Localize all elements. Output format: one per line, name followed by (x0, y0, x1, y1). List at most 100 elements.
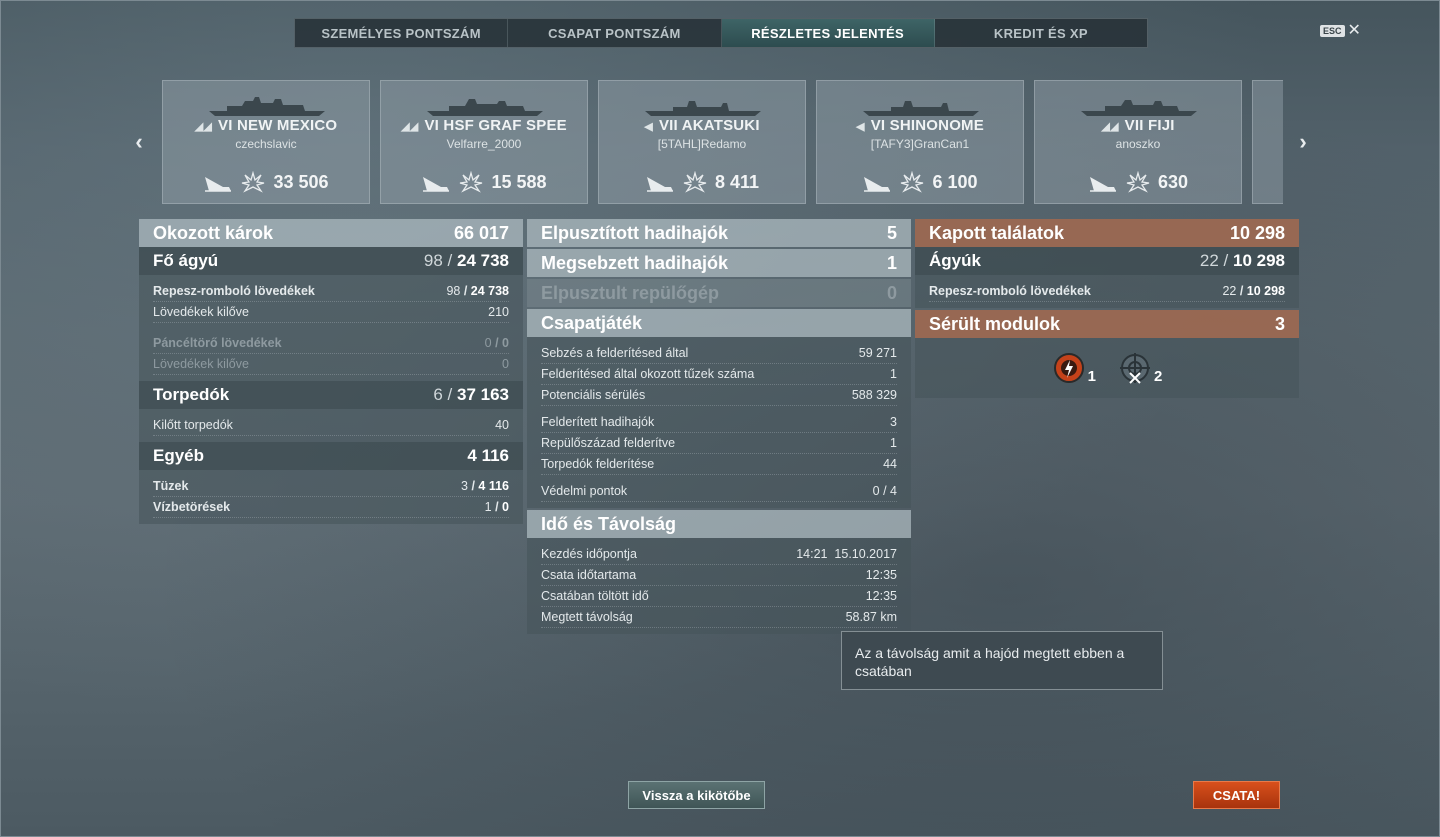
ap-fired-row: Lövedékek kilőve 0 (153, 354, 509, 375)
floods-row: Vízbetörések 1 / 0 (153, 497, 509, 518)
main-guns-row: Fő ágyú 98 / 24 738 (139, 247, 523, 275)
damage-value: 33 506 (273, 171, 329, 192)
teamplay-details: Sebzés a felderítésed által 59 271 Felder… (527, 337, 911, 508)
damage-dealt-panel: Okozott károk 66 017 Fő ágyú 98 / 24 738 … (139, 219, 523, 524)
esc-key-label: ESC (1320, 25, 1345, 37)
distance-traveled-row[interactable]: Megtett távolság 58.87 km (541, 607, 897, 628)
sinking-ship-icon (423, 177, 450, 192)
time-in-battle-row: Csatában töltött idő 12:35 (541, 586, 897, 607)
cruiser-silhouette-icon (1081, 100, 1197, 116)
he-fired-row: Lövedékek kilőve 210 (153, 302, 509, 323)
ap-shells-row: Páncéltörő lövedékek 0 / 0 (153, 333, 509, 354)
ship-card[interactable]: ◢◢ VI HSF GRAF SPEE Velfarre_2000 15 588 (380, 80, 588, 204)
damaged-modules-header: Sérült modulok 3 (915, 310, 1299, 338)
ship-card[interactable]: ◀ VI SHINONOME [TAFY3]GranCan1 6 100 (816, 80, 1024, 204)
player-name: anoszko (1115, 137, 1161, 151)
cruiser-class-icon: ◢◢ (1101, 121, 1119, 133)
carousel-next-button[interactable]: › (1295, 128, 1311, 156)
damage-value: 6 100 (932, 171, 978, 192)
sinking-ship-icon (864, 177, 891, 192)
player-name: Velfarre_2000 (446, 137, 522, 151)
defense-points-row: Védelmi pontok 0 / 4 (541, 481, 897, 502)
main-guns-details: Repesz-romboló lövedékek 98 / 24 738 Löv… (139, 275, 523, 381)
battle-button[interactable]: CSATA! (1193, 781, 1280, 809)
distance-tooltip: Az a távolság amit a hajód megtett ebben… (841, 631, 1163, 690)
close-button[interactable]: ESC ✕ (1320, 22, 1361, 39)
teamplay-header: Csapatjáték (527, 309, 911, 337)
cruiser-silhouette-icon (427, 99, 543, 116)
card-stats: 8 411 (599, 171, 805, 193)
battle-stats-panel: Elpusztított hadihajók 5 Megsebzett hadih… (527, 219, 911, 634)
module-engine[interactable]: 1 (1052, 351, 1096, 385)
other-row: Egyéb 4 116 (139, 442, 523, 470)
card-stats: 15 588 (381, 171, 587, 193)
time-distance-header: Idő és Távolság (527, 510, 911, 538)
card-stats: 630 (1035, 171, 1241, 193)
damage-explosion-icon (1126, 171, 1150, 193)
tab-detailed-report[interactable]: RÉSZLETES JELENTÉS (721, 19, 935, 47)
sinking-ship-icon (646, 177, 673, 192)
engine-damaged-icon (1053, 353, 1084, 383)
destroyer-silhouette-icon (645, 101, 761, 116)
damage-value: 8 411 (714, 171, 760, 192)
ship-carousel: ◢◢ VI NEW MEXICO czechslavic 33 506 ◢◢ VI … (162, 80, 1283, 204)
squadrons-spotted-row: Repülőszázad felderítve 1 (541, 433, 897, 454)
received-guns-details: Repesz-romboló lövedékek 22 / 10 298 (915, 275, 1299, 308)
torpedoes-spotted-row: Torpedók felderítése 44 (541, 454, 897, 475)
ship-card[interactable]: ◀ VII AKATSUKI [5TAHL]Redamo 8 411 (598, 80, 806, 204)
ships-spotted-row: Felderített hadihajók 3 (541, 412, 897, 433)
card-stats: 6 100 (817, 171, 1023, 193)
planes-destroyed-header: Elpusztult repülőgép 0 (527, 279, 911, 307)
sinking-ship-icon (205, 177, 232, 192)
ship-name: ◢◢ VI NEW MEXICO (194, 117, 338, 134)
spotting-damage-row: Sebzés a felderítésed által 59 271 (541, 343, 897, 364)
player-name: [TAFY3]GranCan1 (870, 137, 970, 151)
ship-name: ◀ VII AKATSUKI (644, 117, 760, 134)
hits-received-header: Kapott találatok 10 298 (915, 219, 1299, 247)
received-guns-row: Ágyúk 22 / 10 298 (915, 247, 1299, 275)
ship-name: ◀ VI SHINONOME (856, 117, 984, 134)
chevron-left-icon: ‹ (135, 129, 143, 154)
torpedoes-row: Torpedók 6 / 37 163 (139, 381, 523, 409)
ship-card-partial[interactable] (1252, 80, 1283, 204)
battleship-class-icon: ◢◢ (194, 121, 213, 133)
destroyer-silhouette-icon (863, 101, 979, 116)
damage-explosion-icon (460, 171, 483, 193)
time-distance-details: Kezdés időpontja 14:21 15.10.2017 Csata i… (527, 538, 911, 634)
ships-destroyed-header: Elpusztított hadihajók 5 (527, 219, 911, 247)
chevron-right-icon: › (1299, 129, 1307, 154)
player-name: czechslavic (235, 137, 297, 151)
battleship-silhouette-icon (209, 97, 325, 116)
ship-name: ◢◢ VII FIJI (1101, 117, 1175, 134)
ship-name: ◢◢ VI HSF GRAF SPEE (401, 117, 567, 134)
tab-personal-score[interactable]: SZEMÉLYES PONTSZÁM (295, 19, 509, 47)
battleship-class-icon: ◢◢ (401, 121, 419, 133)
ships-damaged-header: Megsebzett hadihajók 1 (527, 249, 911, 277)
received-he-row: Repesz-romboló lövedékek 22 / 10 298 (929, 281, 1285, 302)
sinking-ship-icon (1089, 177, 1116, 192)
start-time-row: Kezdés időpontja 14:21 15.10.2017 (541, 544, 897, 565)
module-steering[interactable]: 2 (1118, 351, 1162, 385)
ship-card[interactable]: ◢◢ VII FIJI anoszko 630 (1034, 80, 1242, 204)
damage-value: 630 (1157, 171, 1189, 192)
report-tabs: SZEMÉLYES PONTSZÁM CSAPAT PONTSZÁM RÉSZL… (294, 18, 1148, 48)
potential-damage-row: Potenciális sérülés 588 329 (541, 385, 897, 406)
he-shells-row: Repesz-romboló lövedékek 98 / 24 738 (153, 281, 509, 302)
torps-fired-row: Kilőtt torpedók 40 (153, 415, 509, 436)
damage-explosion-icon (683, 171, 707, 193)
damage-dealt-header: Okozott károk 66 017 (139, 219, 523, 247)
tab-team-score[interactable]: CSAPAT PONTSZÁM (508, 19, 722, 47)
damage-explosion-icon (901, 171, 924, 193)
torpedoes-details: Kilőtt torpedók 40 (139, 409, 523, 442)
back-to-port-button[interactable]: Vissza a kikötőbe (628, 781, 765, 809)
tab-credits-xp[interactable]: KREDIT ÉS XP (935, 19, 1147, 47)
damaged-modules-list: 1 2 (915, 338, 1299, 398)
damage-value: 15 588 (491, 171, 547, 192)
carousel-prev-button[interactable]: ‹ (131, 128, 147, 156)
destroyer-class-icon: ◀ (644, 121, 653, 133)
close-icon: ✕ (1347, 22, 1361, 39)
fires-row: Tüzek 3 / 4 116 (153, 476, 509, 497)
ship-card[interactable]: ◢◢ VI NEW MEXICO czechslavic 33 506 (162, 80, 370, 204)
spotting-fires-row: Felderítésed által okozott tűzek száma 1 (541, 364, 897, 385)
steering-destroyed-icon (1120, 353, 1150, 384)
